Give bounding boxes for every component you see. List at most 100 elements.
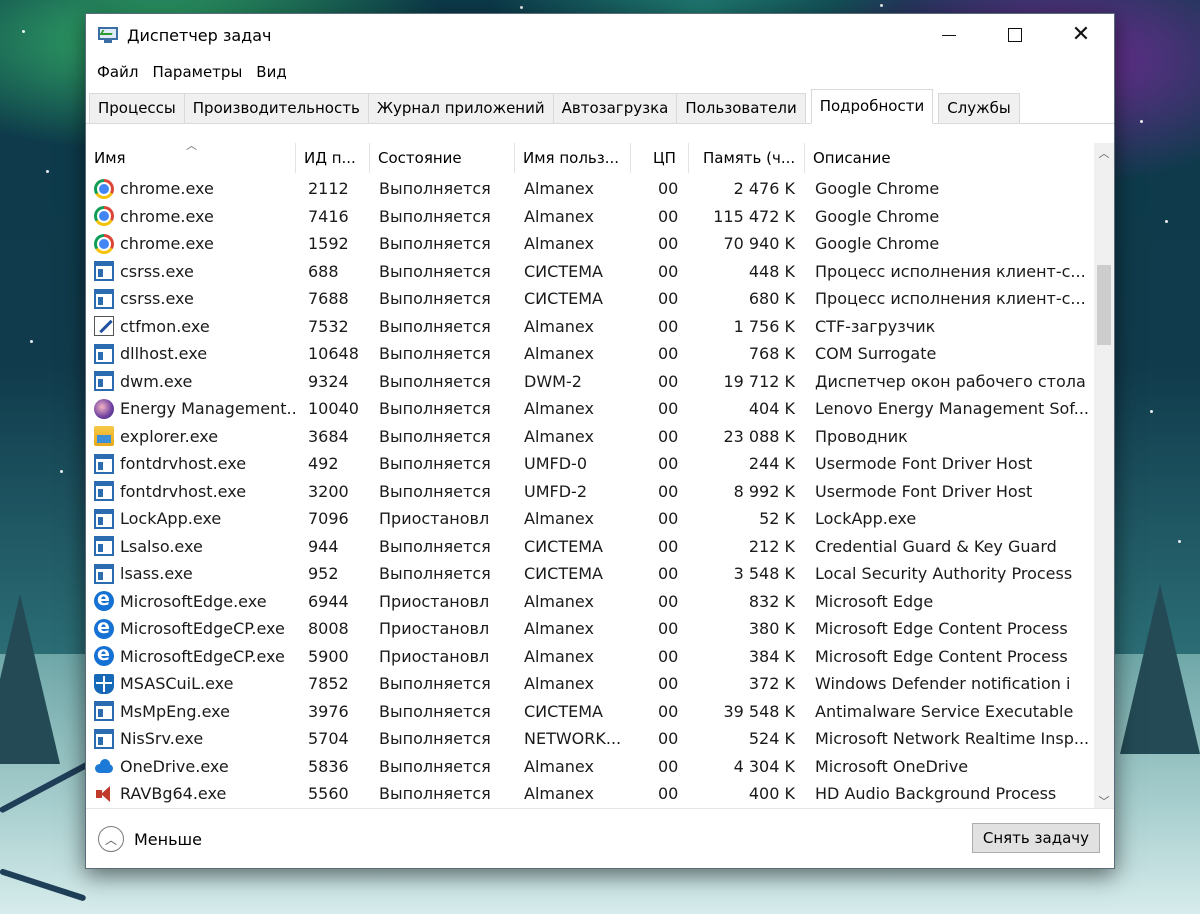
table-row[interactable]: dllhost.exe 10648 Выполняется Almanex 00 768 … (86, 340, 1096, 368)
table-row[interactable]: chrome.exe 7416 Выполняется Almanex 00 115 47… (86, 203, 1096, 231)
column-header-name[interactable]: Имя (86, 143, 296, 173)
process-name-cell: dwm.exe (86, 368, 296, 396)
end-task-button[interactable]: Снять задачу (971, 823, 1100, 853)
window-icon (94, 288, 114, 309)
column-header-state[interactable]: Состояние (370, 143, 515, 173)
process-name-cell: chrome.exe (86, 175, 296, 203)
table-row[interactable]: fontdrvhost.exe 492 Выполняется UMFD-0 00 244… (86, 450, 1096, 478)
description-cell: Проводник (815, 426, 908, 446)
table-row[interactable]: MicrosoftEdgeCP.exe 8008 Приостановл Almane… (86, 615, 1096, 643)
cpu-cell: 00 (658, 454, 679, 474)
process-name-cell: MicrosoftEdgeCP.exe (86, 615, 296, 643)
tab-performance[interactable]: Производительность (183, 93, 369, 123)
process-name-label: chrome.exe (120, 206, 214, 226)
table-row[interactable]: RAVBg64.exe 5560 Выполняется Almanex 00 400 K… (86, 780, 1096, 808)
state-cell: Выполняется (379, 399, 491, 419)
tab-startup[interactable]: Автозагрузка (552, 93, 678, 123)
tab-users[interactable]: Пользователи (676, 93, 806, 123)
user-cell: DWM-2 (524, 371, 582, 391)
scrollbar-thumb[interactable] (1097, 265, 1111, 345)
column-header-description[interactable]: Описание (805, 143, 1096, 173)
window-icon (94, 508, 114, 529)
cpu-cell: 00 (658, 399, 679, 419)
tab-services[interactable]: Службы (938, 93, 1020, 123)
column-header-pid[interactable]: ИД п... (296, 143, 370, 173)
user-cell: UMFD-0 (524, 454, 587, 474)
menu-view[interactable]: Вид (249, 63, 293, 81)
memory-cell: 52 K (759, 509, 795, 529)
table-row[interactable]: dwm.exe 9324 Выполняется DWM-2 00 19 712 K Дис… (86, 368, 1096, 396)
vertical-scrollbar[interactable]: ︿ ﹀ (1094, 143, 1114, 811)
process-name-label: MicrosoftEdge.exe (120, 591, 267, 611)
star (1165, 220, 1168, 223)
menu-file[interactable]: Файл (90, 63, 145, 81)
memory-cell: 384 K (748, 646, 795, 666)
table-row[interactable]: fontdrvhost.exe 3200 Выполняется UMFD-2 00 8 … (86, 478, 1096, 506)
chrome-icon (94, 233, 114, 254)
process-name-cell: OneDrive.exe (86, 753, 296, 781)
memory-cell: 3 548 K (733, 564, 795, 584)
table-row[interactable]: MSASCuiL.exe 7852 Выполняется Almanex 00 372 … (86, 670, 1096, 698)
energy-icon (94, 398, 114, 419)
pid-cell: 7096 (308, 509, 349, 529)
state-cell: Выполняется (379, 674, 491, 694)
close-button[interactable]: ✕ (1048, 14, 1114, 56)
table-row[interactable]: MsMpEng.exe 3976 Выполняется СИСТЕМА 00 39 54… (86, 698, 1096, 726)
description-cell: Google Chrome (815, 234, 940, 254)
table-row[interactable]: explorer.exe 3684 Выполняется Almanex 00 23 0… (86, 423, 1096, 451)
table-row[interactable]: lsass.exe 952 Выполняется СИСТЕМА 00 3 548 K L… (86, 560, 1096, 588)
pid-cell: 2112 (308, 179, 349, 199)
fewer-details-toggle[interactable]: ︿ Меньше (98, 826, 202, 852)
state-cell: Приостановл (379, 591, 490, 611)
description-cell: Credential Guard & Key Guard (815, 536, 1057, 556)
process-name-label: LockApp.exe (120, 509, 222, 529)
user-cell: Almanex (524, 234, 594, 254)
process-name-label: OneDrive.exe (120, 756, 229, 776)
memory-cell: 70 940 K (723, 234, 795, 254)
minimize-button[interactable] (916, 14, 982, 56)
table-row[interactable]: Lsalso.exe 944 Выполняется СИСТЕМА 00 212 K Cr… (86, 533, 1096, 561)
close-icon: ✕ (1071, 22, 1091, 47)
table-row[interactable]: Energy Management... 10040 Выполняется Alma… (86, 395, 1096, 423)
menu-options[interactable]: Параметры (145, 63, 249, 81)
table-row[interactable]: MicrosoftEdge.exe 6944 Приостановл Almanex 0… (86, 588, 1096, 616)
process-name-label: chrome.exe (120, 234, 214, 254)
tab-app-history[interactable]: Журнал приложений (367, 93, 554, 123)
table-row[interactable]: LockApp.exe 7096 Приостановл Almanex 00 52 K L… (86, 505, 1096, 533)
maximize-button[interactable] (982, 14, 1048, 56)
process-name-cell: Energy Management... (86, 395, 296, 423)
table-row[interactable]: csrss.exe 688 Выполняется СИСТЕМА 00 448 K Про… (86, 258, 1096, 286)
table-row[interactable]: ctfmon.exe 7532 Выполняется Almanex 00 1 756 … (86, 313, 1096, 341)
process-name-label: MSASCuiL.exe (120, 674, 234, 694)
tab-details[interactable]: Подробности (810, 89, 934, 124)
scroll-up-icon[interactable]: ︿ (1094, 143, 1114, 163)
table-row[interactable]: csrss.exe 7688 Выполняется СИСТЕМА 00 680 K Пр… (86, 285, 1096, 313)
table-row[interactable]: chrome.exe 1592 Выполняется Almanex 00 70 940… (86, 230, 1096, 258)
star (30, 340, 33, 343)
process-name-cell: csrss.exe (86, 285, 296, 313)
pid-cell: 10040 (308, 399, 359, 419)
user-cell: СИСТЕМА (524, 261, 603, 281)
chevron-up-icon: ︿ (98, 826, 124, 852)
column-header-memory[interactable]: Память (ч... (689, 143, 805, 173)
column-header-cpu[interactable]: ЦП (631, 143, 689, 173)
title-bar[interactable]: Диспетчер задач ✕ (86, 14, 1114, 56)
table-row[interactable]: MicrosoftEdgeCP.exe 5900 Приостановл Almane… (86, 643, 1096, 671)
state-cell: Выполняется (379, 426, 491, 446)
process-name-cell: fontdrvhost.exe (86, 478, 296, 506)
table-row[interactable]: NisSrv.exe 5704 Выполняется NETWORK... 00 524… (86, 725, 1096, 753)
table-row[interactable]: OneDrive.exe 5836 Выполняется Almanex 00 4 30… (86, 753, 1096, 781)
tab-processes[interactable]: Процессы (89, 93, 185, 123)
description-cell: Диспетчер окон рабочего стола (815, 371, 1086, 391)
process-name-label: dllhost.exe (120, 344, 208, 364)
cpu-cell: 00 (658, 179, 679, 199)
column-header-user[interactable]: Имя польз... (515, 143, 631, 173)
tab-strip: Процессы Производительность Журнал прило… (86, 88, 1114, 124)
state-cell: Выполняется (379, 289, 491, 309)
ctfmon-icon (94, 316, 114, 337)
process-name-label: fontdrvhost.exe (120, 481, 247, 501)
cpu-cell: 00 (658, 646, 679, 666)
table-row[interactable]: chrome.exe 2112 Выполняется Almanex 00 2 476 … (86, 175, 1096, 203)
state-cell: Приостановл (379, 619, 490, 639)
user-cell: Almanex (524, 674, 594, 694)
